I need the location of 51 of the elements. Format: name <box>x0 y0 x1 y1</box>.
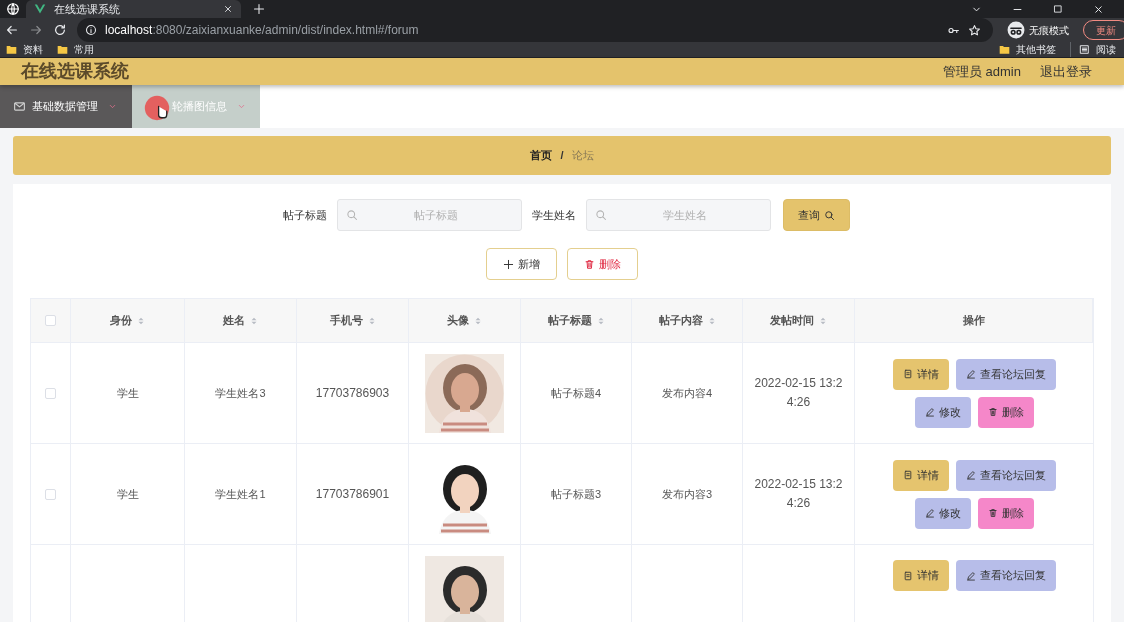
query-button[interactable]: 查询 <box>782 199 850 231</box>
detail-button[interactable]: 详情 <box>892 459 949 491</box>
table-cell-text: 17703786901 <box>315 486 390 503</box>
replies-button[interactable]: 查看论坛回复 <box>955 358 1056 390</box>
table-cell-text: 学生 <box>116 385 139 401</box>
url-text: localhost:8080/zaixianxuanke/admin/dist/index.html#/forum <box>105 22 420 39</box>
logout-link[interactable]: 退出登录 <box>1040 61 1092 82</box>
search-field[interactable]: 帖子标题 <box>336 199 522 231</box>
replies-button[interactable]: 查看论坛回复 <box>955 459 1056 491</box>
table-cell-text: 2022-02-15 13:24:26 <box>753 375 844 411</box>
bookmark-link[interactable]: 其他书签 <box>1016 42 1056 57</box>
detail-button[interactable]: 详情 <box>892 560 949 591</box>
column-header: 发帖时间 <box>770 313 814 329</box>
table-cell-text: 2022-02-15 13:24:26 <box>753 476 844 512</box>
column-header: 帖子标题 <box>547 313 592 329</box>
incognito-label: 无痕模式 <box>1029 23 1069 38</box>
breadcrumb-separator: / <box>560 148 564 164</box>
menu-item[interactable]: 基础数据管理 <box>0 85 132 128</box>
delete-button[interactable]: 删除 <box>977 396 1034 428</box>
table-cell-text: 发布内容4 <box>661 385 713 401</box>
edit-button[interactable]: 修改 <box>914 396 971 428</box>
user-label: 管理员 admin <box>942 62 1021 81</box>
column-header: 帖子内容 <box>658 313 703 329</box>
table-cell-text: 学生 <box>116 486 139 502</box>
replies-button[interactable]: 查看论坛回复 <box>955 560 1056 591</box>
address-bar[interactable]: localhost:8080/zaixianxuanke/admin/dist/index.html#/forum <box>77 18 993 42</box>
table-cell-text: 学生姓名1 <box>215 486 266 502</box>
delete-button[interactable]: 删除 <box>977 497 1034 529</box>
bookmark-link[interactable]: 资料 <box>23 42 43 57</box>
table-cell-text: 17703786903 <box>315 385 390 402</box>
column-header: 操作 <box>962 313 985 329</box>
browser-tab[interactable]: 在线选课系统 <box>26 0 241 18</box>
bookmark-link[interactable]: 阅读 <box>1096 42 1116 57</box>
field-label: 帖子标题 <box>282 207 327 223</box>
column-header: 头像 <box>447 313 469 329</box>
delete-button[interactable]: 删除 <box>567 248 638 280</box>
add-button[interactable]: 新增 <box>486 248 557 280</box>
edit-button[interactable]: 修改 <box>914 497 971 529</box>
breadcrumb-link[interactable]: 首页 <box>530 147 553 164</box>
column-header: 身份 <box>110 313 132 329</box>
column-header: 手机号 <box>329 313 363 329</box>
table-cell-text: 帖子标题3 <box>550 486 602 502</box>
column-header: 姓名 <box>223 313 245 329</box>
table-cell-text: 发布内容3 <box>661 486 713 502</box>
table-cell-text: 学生姓名3 <box>215 385 266 401</box>
search-field[interactable]: 学生姓名 <box>585 199 771 231</box>
app-title: 在线选课系统 <box>21 60 129 83</box>
bookmark-link[interactable]: 常用 <box>74 42 94 57</box>
detail-button[interactable]: 详情 <box>892 358 949 390</box>
table-cell-text: 帖子标题4 <box>550 385 602 401</box>
field-label: 学生姓名 <box>531 207 576 223</box>
